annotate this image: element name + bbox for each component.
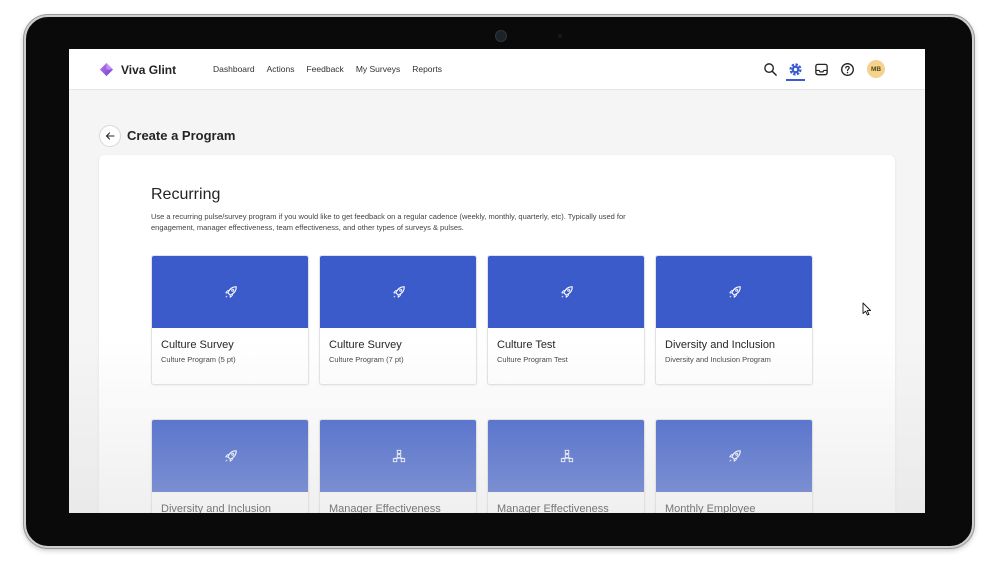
- mouse-cursor-icon: [862, 302, 872, 316]
- card-banner: [152, 256, 308, 328]
- card-banner: [488, 256, 644, 328]
- rocket-icon: [225, 286, 237, 298]
- rocket-icon: [393, 286, 405, 298]
- search-icon[interactable]: [763, 62, 778, 77]
- app-screen: Viva Glint Dashboard Actions Feedback My…: [69, 49, 925, 513]
- section-description: Use a recurring pulse/survey program if …: [151, 212, 626, 232]
- settings-active-indicator: [786, 79, 805, 81]
- card-banner: [320, 420, 476, 492]
- camera: [495, 30, 507, 42]
- inbox-icon[interactable]: [814, 62, 829, 77]
- rocket-icon: [729, 450, 741, 462]
- arrow-left-icon: [105, 132, 115, 140]
- gear-icon[interactable]: [788, 62, 803, 77]
- card-title: Diversity and Inclusion: [161, 503, 272, 513]
- card-banner: [320, 256, 476, 328]
- page-title: Create a Program: [127, 128, 236, 143]
- help-icon[interactable]: [840, 62, 855, 77]
- program-card[interactable]: Diversity and Inclusion Diversity and In…: [655, 255, 813, 385]
- section-title: Recurring: [151, 186, 221, 203]
- main-nav: Dashboard Actions Feedback My Surveys Re…: [213, 64, 454, 74]
- app-name: Viva Glint: [121, 63, 177, 77]
- org-chart-icon: [560, 449, 574, 463]
- card-title: Culture Test: [497, 339, 556, 351]
- nav-feedback[interactable]: Feedback: [306, 64, 343, 74]
- card-banner: [656, 256, 812, 328]
- program-card[interactable]: Monthly Employee: [655, 419, 813, 513]
- card-title: Culture Survey: [329, 339, 402, 351]
- org-chart-icon: [392, 449, 406, 463]
- nav-my-surveys[interactable]: My Surveys: [356, 64, 400, 74]
- card-title: Monthly Employee: [665, 503, 756, 513]
- camera-sensor: [558, 34, 562, 38]
- card-title: Manager Effectiveness: [497, 503, 609, 513]
- program-card[interactable]: Manager Effectiveness: [319, 419, 477, 513]
- rocket-icon: [225, 450, 237, 462]
- card-subtitle: Culture Program Test: [497, 355, 568, 364]
- card-title: Culture Survey: [161, 339, 234, 351]
- program-card[interactable]: Diversity and Inclusion: [151, 419, 309, 513]
- card-title: Manager Effectiveness: [329, 503, 441, 513]
- viva-glint-logo-icon: [99, 62, 114, 77]
- card-title: Diversity and Inclusion: [665, 339, 776, 351]
- nav-reports[interactable]: Reports: [412, 64, 442, 74]
- nav-actions[interactable]: Actions: [267, 64, 295, 74]
- tablet-frame: Viva Glint Dashboard Actions Feedback My…: [24, 15, 974, 548]
- rocket-icon: [561, 286, 573, 298]
- card-banner: [488, 420, 644, 492]
- card-subtitle: Diversity and Inclusion Program: [665, 355, 771, 364]
- top-navigation-bar: Viva Glint Dashboard Actions Feedback My…: [69, 49, 925, 90]
- card-banner: [152, 420, 308, 492]
- program-card[interactable]: Culture Survey Culture Program (5 pt): [151, 255, 309, 385]
- rocket-icon: [729, 286, 741, 298]
- nav-dashboard[interactable]: Dashboard: [213, 64, 255, 74]
- program-card[interactable]: Culture Survey Culture Program (7 pt): [319, 255, 477, 385]
- program-card[interactable]: Culture Test Culture Program Test: [487, 255, 645, 385]
- card-banner: [656, 420, 812, 492]
- program-card[interactable]: Manager Effectiveness: [487, 419, 645, 513]
- card-subtitle: Culture Program (5 pt): [161, 355, 236, 364]
- user-avatar[interactable]: MB: [867, 60, 885, 78]
- back-button[interactable]: [99, 125, 121, 147]
- card-subtitle: Culture Program (7 pt): [329, 355, 404, 364]
